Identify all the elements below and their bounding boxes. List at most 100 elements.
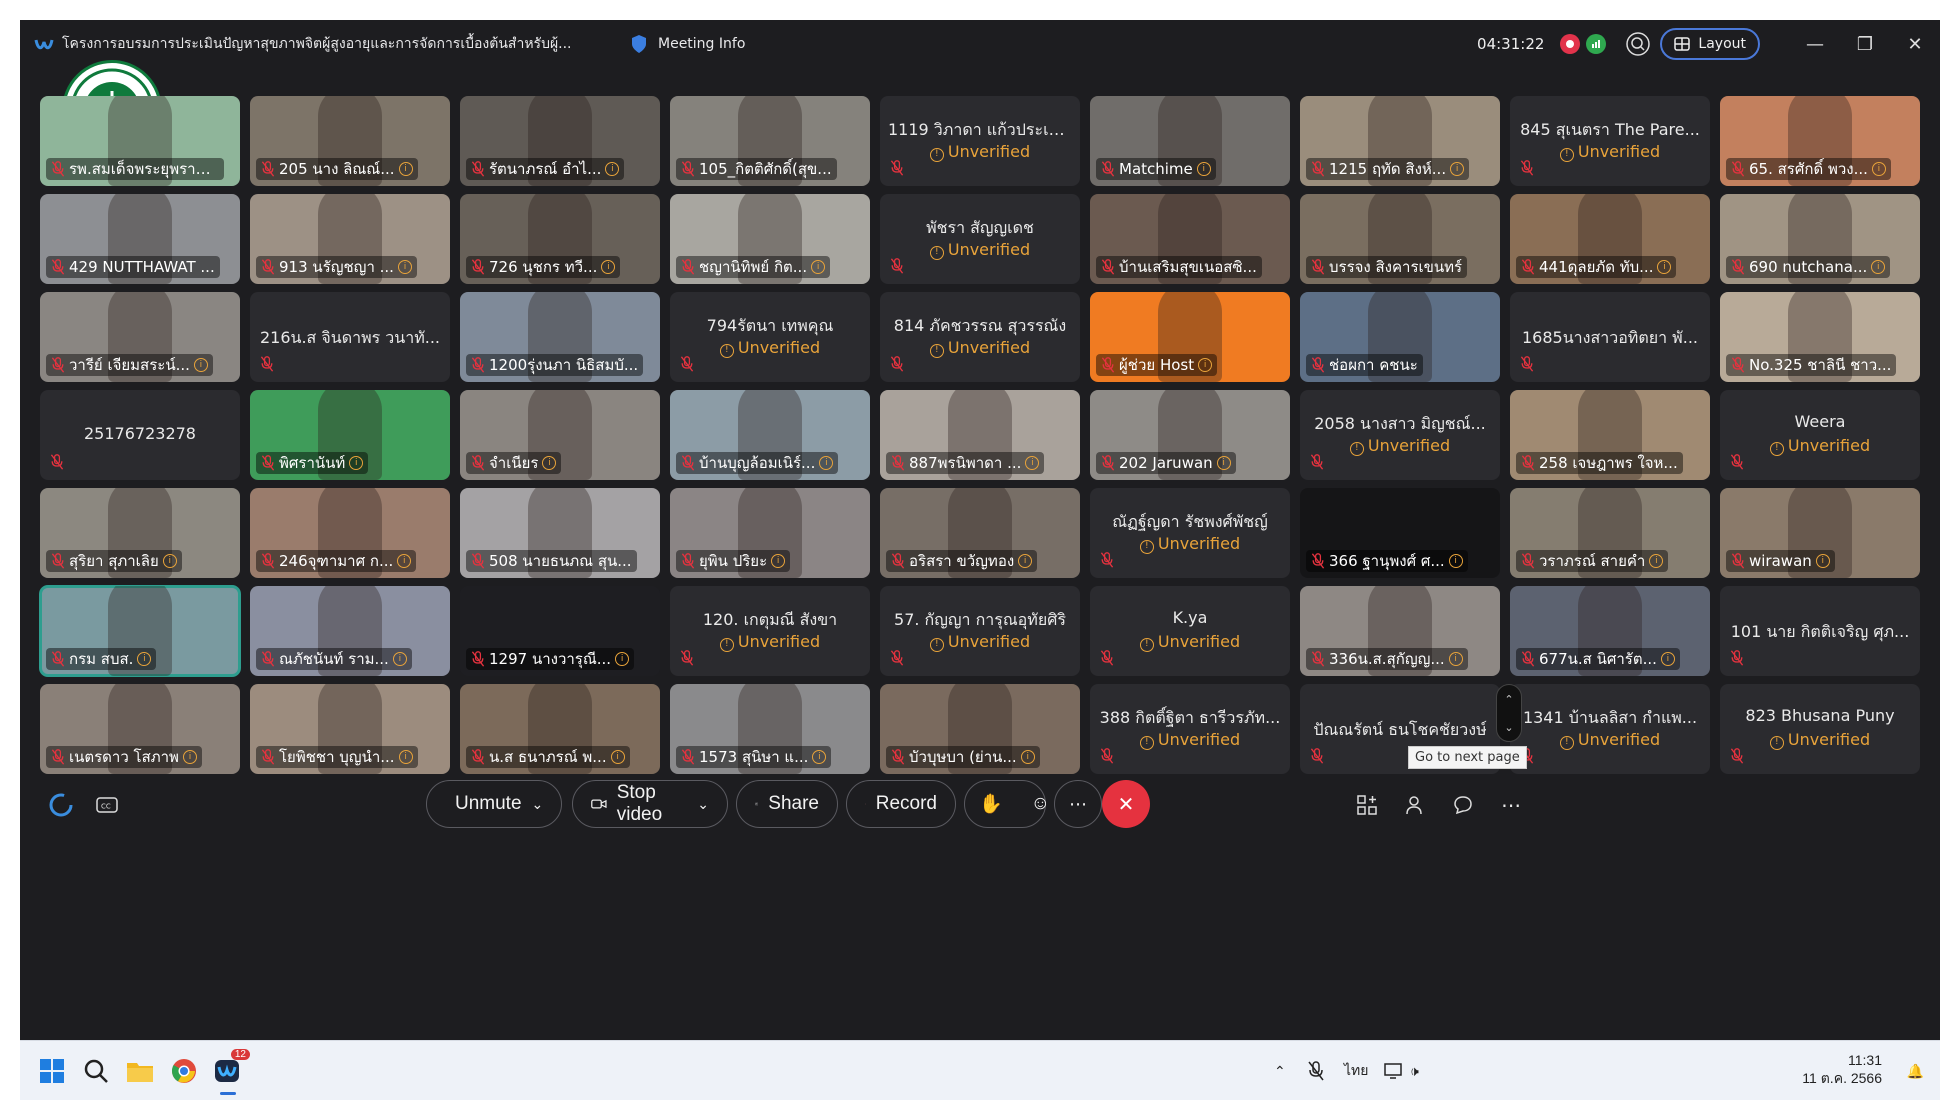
participant-tile[interactable]: 336น.ส.สุกัญญ... i xyxy=(1300,586,1500,676)
participant-tile[interactable]: กรม สบส. i xyxy=(39,585,241,677)
chevron-down-icon[interactable]: ⌄ xyxy=(697,796,709,813)
participant-tile[interactable]: พิศรานันท์ i xyxy=(250,390,450,480)
webex-taskbar-icon[interactable]: 12 xyxy=(208,1049,250,1095)
participant-tile[interactable]: 1215 ฤทัด สิงห์... i xyxy=(1300,96,1500,186)
participant-tile[interactable]: ณัฏฐ์ญดา รัชพงศ์พัชญ์ ! Unverified xyxy=(1090,488,1290,578)
info-icon[interactable]: i xyxy=(162,554,177,568)
file-explorer-icon[interactable] xyxy=(120,1051,160,1091)
info-icon[interactable]: i xyxy=(397,260,412,274)
info-icon[interactable]: i xyxy=(1660,652,1675,666)
mic-muted-tray-icon[interactable] xyxy=(1308,1041,1324,1101)
participant-tile[interactable]: 205 นาง ลิณณ์... i xyxy=(250,96,450,186)
chrome-icon[interactable] xyxy=(164,1051,204,1091)
participant-tile[interactable]: 366 ฐานุพงศ์ ศ... i xyxy=(1300,488,1500,578)
participant-tile[interactable]: ผู้ช่วย Host i xyxy=(1090,292,1290,382)
participant-tile[interactable]: 1573 สุนิษา แ... i xyxy=(670,684,870,774)
participant-tile[interactable]: 845 สุเนตรา The Pare... ! Unverified xyxy=(1510,96,1710,186)
taskbar-clock[interactable]: 11:31 11 ต.ค. 2566 xyxy=(1802,1051,1882,1087)
participant-tile[interactable]: wirawan i xyxy=(1720,488,1920,578)
info-icon[interactable]: i xyxy=(398,750,413,764)
participant-tile[interactable]: 105_กิตติศักดิ์(สุข... xyxy=(670,96,870,186)
show-hidden-icons[interactable]: ⌃ xyxy=(1274,1041,1286,1101)
info-icon[interactable]: i xyxy=(819,456,834,470)
participant-tile[interactable]: 388 กิตติ์ฐิตา ธารีวรภัท... ! Unverified xyxy=(1090,684,1290,774)
participant-tile[interactable]: โยพิชชา บุญนำ... i xyxy=(250,684,450,774)
notifications-icon[interactable]: 🔔 xyxy=(1907,1041,1924,1101)
info-icon[interactable]: i xyxy=(1815,554,1830,568)
participant-tile[interactable]: 2058 นางสาว มิญชณ์... ! Unverified xyxy=(1300,390,1500,480)
info-icon[interactable]: i xyxy=(812,750,827,764)
info-icon[interactable]: i xyxy=(1448,652,1463,666)
volume-icon[interactable]: 🕩 xyxy=(1410,1041,1419,1101)
participant-tile[interactable]: รพ.สมเด็จพระยุพราช 01 xyxy=(40,96,240,186)
participant-tile[interactable]: 1341 บ้านลลิสา กำแพ... ! Unverified xyxy=(1510,684,1710,774)
more-panels-icon[interactable]: ⋯ xyxy=(1496,790,1526,820)
participant-tile[interactable]: น.ส ธนาภรณ์ พ... i xyxy=(460,684,660,774)
info-icon[interactable]: i xyxy=(610,750,625,764)
captions-icon[interactable]: CC xyxy=(92,790,122,820)
participant-tile[interactable]: 65. สรศักดิ์ พวง... i xyxy=(1720,96,1920,186)
participant-tile[interactable]: พัชรา สัญญเดช ! Unverified xyxy=(880,194,1080,284)
participant-tile[interactable]: รัตนาภรณ์ อำไ... i xyxy=(460,96,660,186)
info-icon[interactable]: i xyxy=(542,456,557,470)
participant-tile[interactable]: 814 ภัคชวรรณ สุวรรณัง ! Unverified xyxy=(880,292,1080,382)
participants-icon[interactable] xyxy=(1400,790,1430,820)
chat-icon[interactable] xyxy=(1448,790,1478,820)
info-icon[interactable]: i xyxy=(193,358,208,372)
participant-tile[interactable]: บ้านเสริมสุขเนอสซิ... xyxy=(1090,194,1290,284)
info-icon[interactable]: i xyxy=(605,162,620,176)
participant-tile[interactable]: วารีย์ เจียมสระน์... i xyxy=(40,292,240,382)
chevron-down-icon[interactable]: ⌄ xyxy=(1504,721,1513,734)
raise-hand-icon[interactable]: ✋ xyxy=(979,792,1003,816)
meeting-info-link[interactable]: Meeting Info xyxy=(658,36,745,52)
info-icon[interactable]: i xyxy=(1871,260,1886,274)
info-icon[interactable]: i xyxy=(771,554,786,568)
participant-tile[interactable]: 120. เกตุมณี สังขา ! Unverified xyxy=(670,586,870,676)
participant-tile[interactable]: 913 นรัญชญา ... i xyxy=(250,194,450,284)
participant-tile[interactable]: 216น.ส จินดาพร วนาทั... xyxy=(250,292,450,382)
participant-tile[interactable]: บรรจง สิงคารเขนทร์ xyxy=(1300,194,1500,284)
participant-tile[interactable]: 246จุฑามาศ ก... i xyxy=(250,488,450,578)
participant-tile[interactable]: 726 นุชกร ทวี... i xyxy=(460,194,660,284)
participant-tile[interactable]: 429 NUTTHAWAT ... xyxy=(40,194,240,284)
info-icon[interactable]: i xyxy=(1196,162,1211,176)
participant-tile[interactable]: สุริยา สุภาเลิย i xyxy=(40,488,240,578)
participant-tile[interactable]: 823 Bhusana Puny ! Unverified xyxy=(1720,684,1920,774)
participant-tile[interactable]: 677น.ส นิศารัต... i xyxy=(1510,586,1710,676)
reactions-icon[interactable]: ☺ xyxy=(1031,793,1050,815)
stop-video-button[interactable]: Stop video ⌄ xyxy=(572,780,728,828)
participant-tile[interactable]: 887พรนิพาดา ... i xyxy=(880,390,1080,480)
participant-tile[interactable]: บัวบุษบา (ย่าน... i xyxy=(880,684,1080,774)
info-icon[interactable]: i xyxy=(1025,456,1040,470)
info-icon[interactable]: i xyxy=(601,260,616,274)
participant-tile[interactable]: จำเนียร i xyxy=(460,390,660,480)
participant-tile[interactable]: 1297 นางวารุณี... i xyxy=(460,586,660,676)
info-icon[interactable]: i xyxy=(1018,554,1033,568)
participant-tile[interactable]: 794รัตนา เทพคุณ ! Unverified xyxy=(670,292,870,382)
participant-tile[interactable]: วราภรณ์ สายคำ i xyxy=(1510,488,1710,578)
share-button[interactable]: Share xyxy=(736,780,838,828)
participant-tile[interactable]: ชญานิทิพย์ กิต... i xyxy=(670,194,870,284)
info-icon[interactable]: i xyxy=(1450,162,1465,176)
record-button[interactable]: Record xyxy=(846,780,956,828)
info-icon[interactable]: i xyxy=(137,652,152,666)
participant-tile[interactable]: 508 นายธนภณ สุน... xyxy=(460,488,660,578)
info-icon[interactable]: i xyxy=(1198,358,1213,372)
participant-tile[interactable]: ยุพิน ปริยะ i xyxy=(670,488,870,578)
info-icon[interactable]: i xyxy=(1871,162,1886,176)
restore-icon[interactable]: ❐ xyxy=(1840,24,1890,64)
participant-tile[interactable]: เนตรดาว โสภาพ i xyxy=(40,684,240,774)
info-icon[interactable]: i xyxy=(349,456,364,470)
info-icon[interactable]: i xyxy=(1657,260,1672,274)
close-icon[interactable]: ✕ xyxy=(1890,24,1940,64)
leave-meeting-button[interactable]: ✕ xyxy=(1102,780,1150,828)
participant-tile[interactable]: 441ดุลยภัด ทับ... i xyxy=(1510,194,1710,284)
network-health-icon[interactable] xyxy=(1586,34,1607,54)
participant-tile[interactable]: 690 nutchana... i xyxy=(1720,194,1920,284)
ai-assistant-icon[interactable] xyxy=(46,790,76,820)
layout-button[interactable]: Layout xyxy=(1660,28,1760,60)
participant-tile[interactable]: ณภัชนันท์ ราม... i xyxy=(250,586,450,676)
info-icon[interactable]: i xyxy=(1649,554,1664,568)
participant-tile[interactable]: Matchime i xyxy=(1090,96,1290,186)
participant-tile[interactable]: 1200รุ่งนภา นิธิสมบั... xyxy=(460,292,660,382)
